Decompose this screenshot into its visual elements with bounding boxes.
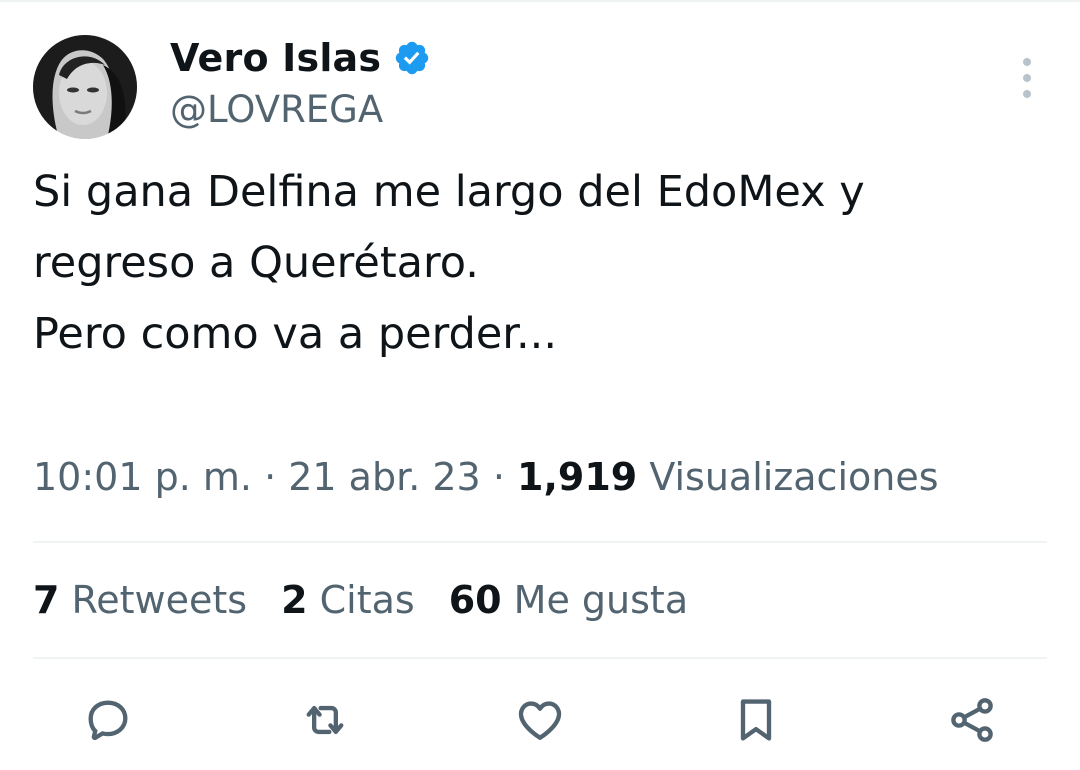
likes-label: Me gusta xyxy=(513,578,689,622)
quotes-stat[interactable]: 2 Citas xyxy=(281,578,415,622)
like-icon xyxy=(518,701,562,740)
views-count: 1,919 xyxy=(517,455,638,499)
bookmark-button[interactable] xyxy=(726,690,786,750)
quotes-label: Citas xyxy=(319,578,415,622)
quotes-count: 2 xyxy=(281,578,308,622)
author-handle[interactable]: @LOVREGA xyxy=(170,88,383,131)
retweet-icon xyxy=(306,705,344,735)
tweet-text-line: regreso a Querétaro. xyxy=(33,238,479,288)
tweet-text-line: Si gana Delfina me largo del EdoMex y xyxy=(33,167,865,217)
divider xyxy=(33,541,1047,543)
views-label: Visualizaciones xyxy=(649,455,939,499)
top-divider xyxy=(0,0,1080,2)
tweet-meta: 10:01 p. m. · 21 abr. 23 · 1,919 Visuali… xyxy=(33,455,939,499)
share-icon xyxy=(951,698,993,742)
retweets-count: 7 xyxy=(33,578,60,622)
reply-icon xyxy=(88,700,128,741)
tweet-text: Si gana Delfina me largo del EdoMex y re… xyxy=(33,157,1043,370)
likes-stat[interactable]: 60 Me gusta xyxy=(449,578,688,622)
meta-separator: · xyxy=(492,455,505,499)
like-button[interactable] xyxy=(510,690,570,750)
divider xyxy=(33,657,1047,659)
share-button[interactable] xyxy=(942,690,1002,750)
profile-photo xyxy=(33,35,137,139)
author-display-name[interactable]: Vero Islas xyxy=(170,36,381,80)
retweets-label: Retweets xyxy=(71,578,248,622)
likes-count: 60 xyxy=(448,578,502,622)
engagement-stats: 7 Retweets 2 Citas 60 Me gusta xyxy=(33,578,688,622)
retweet-button[interactable] xyxy=(295,690,355,750)
more-options-icon[interactable] xyxy=(1014,58,1040,98)
meta-separator: · xyxy=(264,455,277,499)
verified-badge-icon xyxy=(393,39,431,77)
avatar[interactable] xyxy=(33,35,137,139)
tweet-time[interactable]: 10:01 p. m. xyxy=(33,455,252,499)
tweet-text-line: Pero como va a perder... xyxy=(33,309,558,359)
tweet-date[interactable]: 21 abr. 23 xyxy=(288,455,481,499)
reply-button[interactable] xyxy=(78,690,138,750)
retweets-stat[interactable]: 7 Retweets xyxy=(33,578,247,622)
bookmark-icon xyxy=(740,699,772,741)
action-bar xyxy=(0,690,1080,750)
